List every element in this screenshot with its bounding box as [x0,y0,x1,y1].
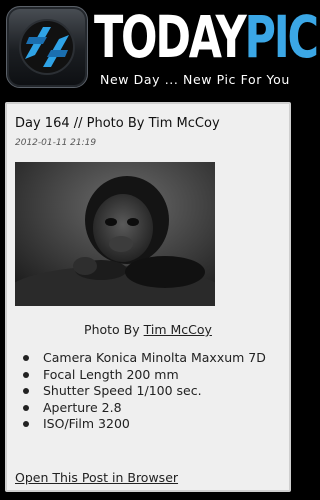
caption-prefix: Photo By [84,322,144,337]
gorilla-photo[interactable] [15,162,215,306]
brand-tagline: New Day ... New Pic For You [100,72,290,87]
exif-list: Camera Konica Minolta Maxxum 7D Focal Le… [19,350,266,433]
brand-title-right: PIC [244,3,318,71]
photographer-link[interactable]: Tim McCoy [144,322,212,337]
list-item: Shutter Speed 1/100 sec. [19,383,266,400]
photo-caption: Photo By Tim McCoy [7,322,289,337]
brand-title: TODAYPIC [94,3,319,71]
list-item: ISO/Film 3200 [19,416,266,433]
list-item: Focal Length 200 mm [19,367,266,384]
app-header: TODAYPIC New Day ... New Pic For You [0,0,319,98]
list-item: Aperture 2.8 [19,400,266,417]
post-title: Day 164 // Photo By Tim McCoy [15,116,220,131]
aperture-icon[interactable] [6,6,88,88]
post-date: 2012-01-11 21:19 [15,138,97,148]
open-in-browser-link[interactable]: Open This Post in Browser [15,470,178,485]
brand-title-left: TODAY [94,3,247,71]
list-item: Camera Konica Minolta Maxxum 7D [19,350,266,367]
post-card: Day 164 // Photo By Tim McCoy 2012-01-11… [5,102,291,492]
